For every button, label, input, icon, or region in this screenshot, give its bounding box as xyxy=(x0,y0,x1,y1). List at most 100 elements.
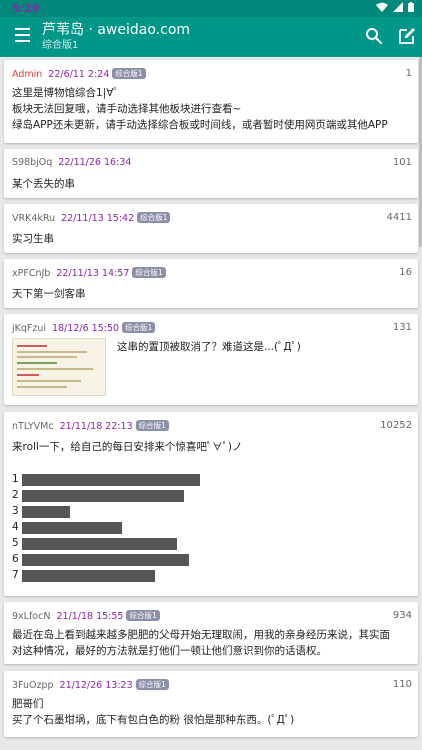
thread-content: 某个丢失的串 xyxy=(12,176,75,192)
wifi-icon xyxy=(375,2,388,12)
roll-number: 5 xyxy=(12,537,19,549)
thread-time: 18/12/6 15:50 xyxy=(52,323,120,334)
roll-number: 3 xyxy=(12,505,19,517)
thread-time: 21/11/18 22:13 xyxy=(59,421,133,432)
forum-badge: 综合版1 xyxy=(122,322,156,333)
thread-meta: Admin 22/6/11 2:24 综合版1 xyxy=(12,68,146,80)
redacted-bar xyxy=(22,506,70,518)
forum-badge: 综合版1 xyxy=(137,212,171,223)
thread-card[interactable]: nTLYVMc 21/11/18 22:13 综合版1 10252 来roll一下，… xyxy=(4,412,418,596)
roll-row: 5 xyxy=(12,535,242,551)
redacted-bar xyxy=(22,522,122,534)
thread-meta: xPFCnJb 22/11/13 14:57 综合版1 xyxy=(12,267,166,279)
thread-card[interactable]: xPFCnJb 22/11/13 14:57 综合版1 16 天下第一剑客串 xyxy=(4,259,418,308)
redacted-bar xyxy=(22,490,184,502)
reply-count: 1 xyxy=(405,68,412,79)
reply-count: 110 xyxy=(392,679,412,690)
thread-uid: Admin xyxy=(12,69,43,80)
thread-content: 肥哥们 买了个石墨坩埚，底下有包白色的粉 很怕是那种东西。(ﾟДﾟ) xyxy=(12,696,294,728)
thread-image-thumbnail[interactable] xyxy=(12,338,106,396)
redacted-bar xyxy=(22,538,177,550)
forum-badge: 综合版1 xyxy=(135,679,169,690)
redacted-bar xyxy=(22,474,200,486)
roll-row: 3 xyxy=(12,503,242,519)
forum-badge: 综合版1 xyxy=(132,267,166,278)
thread-content: 这里是博物馆综合1|∀ﾟ 板块无法回复哦，请手动选择其他板块进行查看~ 绿岛AP… xyxy=(12,85,388,133)
search-icon[interactable] xyxy=(363,25,385,47)
thread-card[interactable]: 3FuOzpp 21/12/26 13:23 综合版1 110 肥哥们 买了个石墨坩… xyxy=(4,671,418,737)
thread-uid: jKqFzui xyxy=(12,323,47,334)
content-line: 天下第一剑客串 xyxy=(12,288,86,300)
thread-content: 来roll一下，给自己的每日安排来个惊喜吧ﾟ∀ﾟ)ノ 1 2 3 4 5 6 7 xyxy=(12,439,242,583)
content-line: 这里是博物馆综合1|∀ﾟ xyxy=(12,87,119,99)
thread-content: 天下第一剑客串 xyxy=(12,286,86,302)
thread-card[interactable]: 9xLfocN 21/1/18 15:55 综合版1 934 最近在岛上看到越来越多… xyxy=(4,602,418,664)
thread-card[interactable]: jKqFzui 18/12/6 15:50 综合版1 131 这串的置顶被取消了？难… xyxy=(4,314,418,405)
compose-icon[interactable] xyxy=(396,25,418,47)
content-line: 最近在岛上看到越来越多肥肥的父母开始无理取闹，用我的亲身经历来说，其实面 xyxy=(12,629,390,641)
roll-row: 2 xyxy=(12,487,242,503)
thread-time: 21/12/26 13:23 xyxy=(59,680,133,691)
redacted-bar-list: 1 2 3 4 5 6 7 xyxy=(12,471,242,583)
content-line: 这串的置顶被取消了？难道这是...(ﾟДﾟ) xyxy=(117,341,301,353)
roll-row: 1 xyxy=(12,471,242,487)
thread-content: 最近在岛上看到越来越多肥肥的父母开始无理取闹，用我的亲身经历来说，其实面 对这种… xyxy=(12,627,390,659)
content-line: 对这种情况，最好的方法就是打他们一顿让他们意识到你的话语权。 xyxy=(12,645,327,657)
battery-icon xyxy=(408,2,414,12)
menu-icon[interactable] xyxy=(10,23,34,47)
content-line: 板块无法回复哦，请手动选择其他板块进行查看~ xyxy=(12,103,242,115)
thread-uid: S98bjOq xyxy=(12,157,53,168)
roll-number: 4 xyxy=(12,521,19,533)
roll-number: 7 xyxy=(12,569,19,581)
roll-number: 1 xyxy=(12,473,19,485)
roll-row: 6 xyxy=(12,551,242,567)
roll-number: 2 xyxy=(12,489,19,501)
reply-count: 101 xyxy=(392,157,412,168)
thread-card[interactable]: S98bjOq 22/11/26 16:34 101 某个丢失的串 xyxy=(4,149,418,198)
forum-badge: 综合版1 xyxy=(112,68,146,79)
reply-count: 10252 xyxy=(380,420,412,431)
thread-meta: VRK4kRu 22/11/13 15:42 综合版1 xyxy=(12,212,171,224)
thread-meta: 9xLfocN 21/1/18 15:55 综合版1 xyxy=(12,610,160,622)
reply-count: 16 xyxy=(399,267,412,278)
roll-row: 7 xyxy=(12,567,242,583)
content-line: 肥哥们 xyxy=(12,698,44,710)
thread-meta: 3FuOzpp 21/12/26 13:23 综合版1 xyxy=(12,679,169,691)
roll-number: 6 xyxy=(12,553,19,565)
thread-time: 21/1/18 15:55 xyxy=(56,611,124,622)
reply-count: 131 xyxy=(392,322,412,333)
content-line: 实习生串 xyxy=(12,233,54,245)
thread-time: 22/6/11 2:24 xyxy=(48,69,110,80)
content-line: 买了个石墨坩埚，底下有包白色的粉 很怕是那种东西。(ﾟДﾟ) xyxy=(12,714,295,726)
reply-count: 934 xyxy=(392,610,412,621)
content-line: 某个丢失的串 xyxy=(12,178,75,190)
roll-row: 4 xyxy=(12,519,242,535)
thread-meta: nTLYVMc 21/11/18 22:13 综合版1 xyxy=(12,420,169,432)
redacted-bar xyxy=(22,554,189,566)
thread-content: 实习生串 xyxy=(12,231,54,247)
thread-uid: VRK4kRu xyxy=(12,213,56,224)
status-time: 5:29 xyxy=(12,2,40,15)
thread-time: 22/11/26 16:34 xyxy=(58,157,132,168)
thread-card[interactable]: Admin 22/6/11 2:24 综合版1 1 这里是博物馆综合1|∀ﾟ 板块无… xyxy=(4,60,418,143)
thread-uid: 3FuOzpp xyxy=(12,680,54,691)
content-line: 绿岛APP还未更新，请手动选择综合板或时间线，或者暂时使用网页端或其他APP xyxy=(12,119,388,131)
signal-icon xyxy=(392,2,403,12)
status-bar: 5:29 xyxy=(0,0,422,17)
forum-name: 综合版1 xyxy=(42,40,79,51)
app-bar: 芦苇岛 · aweidao.com 综合版1 xyxy=(0,17,422,57)
thread-uid: nTLYVMc xyxy=(12,421,54,432)
thread-uid: xPFCnJb xyxy=(12,268,51,279)
redacted-bar xyxy=(22,570,155,582)
content-line: 来roll一下，给自己的每日安排来个惊喜吧ﾟ∀ﾟ)ノ xyxy=(12,441,243,453)
status-icons xyxy=(375,2,414,15)
forum-badge: 综合版1 xyxy=(126,610,160,621)
thread-meta: jKqFzui 18/12/6 15:50 综合版1 xyxy=(12,322,156,334)
thread-uid: 9xLfocN xyxy=(12,611,51,622)
thread-meta: S98bjOq 22/11/26 16:34 xyxy=(12,157,131,168)
reply-count: 4411 xyxy=(386,212,412,223)
thread-time: 22/11/13 15:42 xyxy=(61,213,135,224)
thread-card[interactable]: VRK4kRu 22/11/13 15:42 综合版1 4411 实习生串 xyxy=(4,204,418,253)
forum-badge: 综合版1 xyxy=(135,420,169,431)
thread-content: 这串的置顶被取消了？难道这是...(ﾟДﾟ) xyxy=(117,339,301,355)
